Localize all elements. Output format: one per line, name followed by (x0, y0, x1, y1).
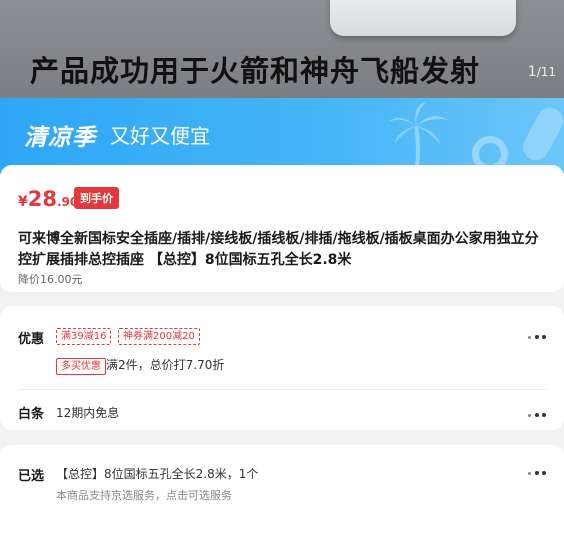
page-total: /11 (536, 65, 556, 79)
offers-label: 优惠 (18, 332, 45, 347)
price: ¥28.90 (18, 187, 78, 211)
product-image-carousel[interactable]: 产品成功用于火箭和神舟飞船发射 1/11 (0, 0, 564, 98)
multi-buy-badge: 多买优惠 (56, 358, 106, 375)
offers-card: 优惠 满39减16 神券满200减20 多买优惠 满2件，总价打7.70折 白条… (0, 306, 564, 430)
baitiao-more-icon[interactable] (528, 410, 548, 420)
product-title: 可来博全新国标安全插座/插排/接线板/插线板/排插/拖线板/插板桌面办公家用独立… (18, 231, 539, 268)
promo-slogan: 又好又便宜 (110, 124, 210, 148)
coupon-badge-1[interactable]: 满39减16 (56, 328, 112, 345)
price-tag-badge: 到手价 (74, 187, 119, 209)
selected-service-hint: 本商品支持京选服务，点击可选服务 (56, 489, 232, 502)
page-current: 1 (527, 64, 537, 80)
baitiao-label: 白条 (18, 407, 45, 422)
multi-buy-text[interactable]: 满2件，总价打7.70折 (106, 356, 224, 373)
coupon-badge-2[interactable]: 神券满200减20 (118, 328, 200, 345)
price-drop-text: 降价16.00元 (18, 273, 83, 286)
hero-title: 产品成功用于火箭和神舟飞船发射 (30, 54, 481, 88)
divider (18, 389, 546, 390)
product-image-device (330, 0, 516, 36)
offers-more-icon[interactable] (528, 332, 548, 342)
selected-more-icon[interactable] (528, 468, 548, 478)
selected-spec-value[interactable]: 【总控】8位国标五孔全长2.8米，1个 (56, 465, 258, 482)
product-info-card: ¥28.90 到手价 可来博全新国标安全插座/插排/接线板/插线板/排插/拖线板… (0, 165, 564, 292)
price-integer: 28 (27, 187, 57, 211)
selected-label: 已选 (18, 469, 45, 484)
price-currency: ¥ (18, 194, 28, 210)
image-page-indicator: 1/11 (528, 64, 556, 80)
promo-logo: 清凉季 (24, 125, 96, 151)
promo-banner[interactable]: 清凉季 又好又便宜 (0, 98, 564, 174)
surfboard-icon (518, 103, 564, 165)
selected-spec-card[interactable]: 已选 【总控】8位国标五孔全长2.8米，1个 本商品支持京选服务，点击可选服务 (0, 445, 564, 533)
baitiao-text[interactable]: 12期内免息 (56, 404, 119, 421)
palm-tree-icon (388, 102, 448, 174)
